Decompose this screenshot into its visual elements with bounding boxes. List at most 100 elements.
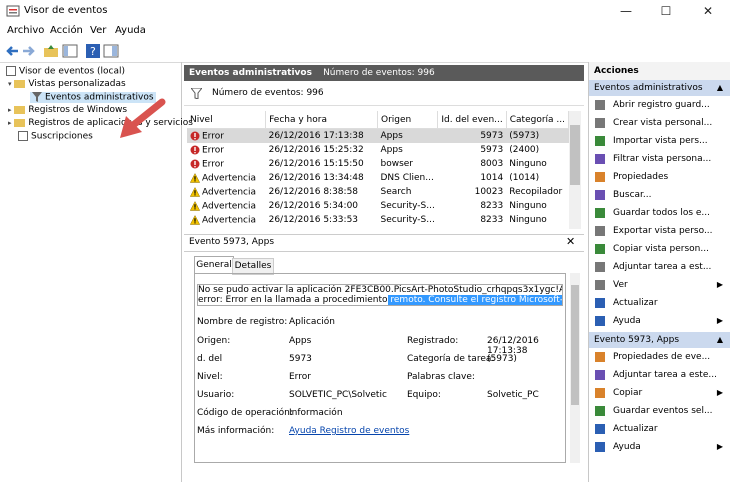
- level-text: Advertencia: [202, 215, 257, 226]
- event-action-item[interactable]: Copiar ▶: [589, 384, 730, 402]
- menu-bar: Archivo Acción Ver Ayuda: [0, 22, 730, 40]
- admin-action-item[interactable]: Adjuntar tarea a est...: [589, 258, 730, 276]
- chevron-down-icon[interactable]: ▾: [8, 80, 12, 88]
- action-icon: [595, 136, 605, 146]
- level-text: Error: [202, 159, 224, 170]
- more-info-link[interactable]: Ayuda Registro de eventos: [289, 426, 409, 436]
- action-label: Adjuntar tarea a este...: [613, 370, 717, 380]
- actions-list-admin: Abrir registro guard... Crear vista perso…: [589, 96, 730, 330]
- help-icon[interactable]: ?: [85, 43, 101, 59]
- column-header[interactable]: Categoría ...: [506, 111, 569, 129]
- action-label: Propiedades de eve...: [613, 352, 711, 362]
- admin-action-item[interactable]: Importar vista pers...: [589, 132, 730, 150]
- admin-action-item[interactable]: Guardar todos los e...: [589, 204, 730, 222]
- error-icon: [190, 131, 200, 141]
- menu-archivo[interactable]: Archivo: [7, 25, 44, 36]
- level-text: Error: [202, 145, 224, 156]
- tree-node-custom-views[interactable]: ▾ Vistas personalizadas: [8, 79, 126, 89]
- menu-ver[interactable]: Ver: [90, 25, 106, 36]
- up-folder-icon[interactable]: [43, 43, 59, 59]
- event-action-item[interactable]: Ayuda ▶: [589, 438, 730, 456]
- menu-ayuda[interactable]: Ayuda: [115, 25, 146, 36]
- column-header[interactable]: Id. del even...: [437, 111, 507, 129]
- admin-action-item[interactable]: Exportar vista perso...: [589, 222, 730, 240]
- events-scrollbar[interactable]: [569, 111, 581, 229]
- menu-accion[interactable]: Acción: [50, 25, 83, 36]
- detail-scrollbar[interactable]: [570, 273, 580, 463]
- admin-action-item[interactable]: Copiar vista person...: [589, 240, 730, 258]
- category-cell: Recopilador: [509, 187, 563, 197]
- action-icon: [595, 352, 605, 362]
- admin-action-item[interactable]: Filtrar vista persona...: [589, 150, 730, 168]
- maximize-button[interactable]: ☐: [646, 0, 686, 22]
- table-row[interactable]: Advertencia 26/12/2016 5:34:00 Security-S.…: [187, 199, 569, 213]
- admin-action-item[interactable]: Abrir registro guard...: [589, 96, 730, 114]
- action-label: Filtrar vista persona...: [613, 154, 712, 164]
- admin-action-item[interactable]: Buscar...: [589, 186, 730, 204]
- admin-action-item[interactable]: Propiedades: [589, 168, 730, 186]
- folder-icon: [14, 105, 26, 114]
- column-header[interactable]: Fecha y hora: [265, 111, 378, 129]
- collapse-icon[interactable]: ▲: [717, 80, 723, 96]
- back-arrow-icon[interactable]: [4, 43, 20, 59]
- level-cell: Advertencia: [187, 171, 266, 185]
- table-row[interactable]: Error 26/12/2016 17:13:38 Apps 5973 (5973): [187, 128, 569, 143]
- column-header[interactable]: Nivel: [187, 111, 267, 129]
- source-cell: Security-S...: [380, 201, 435, 211]
- more-info-label: Más información:: [197, 426, 275, 436]
- admin-action-item[interactable]: Ver ▶: [589, 276, 730, 294]
- level-text: Advertencia: [202, 201, 257, 212]
- tab-general[interactable]: General: [194, 256, 234, 274]
- warning-icon: [189, 214, 201, 225]
- source-label: Origen:: [197, 336, 231, 346]
- scrollbar-thumb[interactable]: [570, 125, 580, 185]
- event-action-item[interactable]: Adjuntar tarea a este...: [589, 366, 730, 384]
- table-row[interactable]: Error 26/12/2016 15:25:32 Apps 5973 (2400): [187, 143, 569, 157]
- actions-section-admin[interactable]: Eventos administrativos ▲: [589, 80, 730, 96]
- scrollbar-thumb[interactable]: [571, 285, 579, 405]
- event-action-item[interactable]: Guardar eventos sel...: [589, 402, 730, 420]
- actions-section-admin-label: Eventos administrativos: [594, 83, 703, 93]
- minimize-button[interactable]: —: [606, 0, 646, 22]
- collapse-icon[interactable]: ▲: [717, 332, 723, 348]
- event-message-box[interactable]: No se pudo activar la aplicación 2FE3CB0…: [197, 284, 563, 306]
- event-action-item[interactable]: Propiedades de eve...: [589, 348, 730, 366]
- close-icon[interactable]: ✕: [566, 235, 575, 248]
- admin-action-item[interactable]: Crear vista personal...: [589, 114, 730, 132]
- actions-section-event-label: Evento 5973, Apps: [594, 335, 680, 345]
- table-row[interactable]: Advertencia 26/12/2016 13:34:48 DNS Clien.…: [187, 171, 569, 185]
- forward-arrow-icon[interactable]: [21, 43, 37, 59]
- admin-action-item[interactable]: Ayuda ▶: [589, 312, 730, 330]
- actions-section-event[interactable]: Evento 5973, Apps ▲: [589, 332, 730, 348]
- action-icon: [595, 424, 605, 434]
- properties-icon[interactable]: [103, 43, 119, 59]
- table-row[interactable]: Advertencia 26/12/2016 8:38:58 Search 10023…: [187, 185, 569, 199]
- level-value: Error: [289, 372, 311, 382]
- action-icon: [595, 298, 605, 308]
- tree-node-root[interactable]: Visor de eventos (local): [6, 66, 125, 77]
- table-row[interactable]: Error 26/12/2016 15:15:50 bowser 8003 Ningun…: [187, 157, 569, 171]
- tree-node-windows-logs[interactable]: ▸ Registros de Windows: [8, 105, 127, 115]
- chevron-right-icon[interactable]: ▸: [8, 119, 12, 127]
- chevron-right-icon[interactable]: ▸: [8, 106, 12, 114]
- close-button[interactable]: ✕: [688, 0, 728, 22]
- subscriptions-icon: [18, 131, 28, 141]
- admin-action-item[interactable]: Actualizar: [589, 294, 730, 312]
- error-icon: [190, 159, 200, 169]
- actions-list-event: Propiedades de eve... Adjuntar tarea a es…: [589, 348, 730, 456]
- filter-count-label: Número de eventos: 996: [212, 88, 324, 98]
- table-row[interactable]: Advertencia 26/12/2016 5:33:53 Security-S.…: [187, 213, 569, 227]
- action-label: Buscar...: [613, 190, 652, 200]
- error-icon: [190, 145, 200, 155]
- action-label: Importar vista pers...: [613, 136, 708, 146]
- tree-node-subscriptions[interactable]: Suscripciones: [18, 131, 93, 142]
- event-id-cell: 5973: [480, 145, 504, 155]
- column-header[interactable]: Origen: [377, 111, 439, 129]
- event-action-item[interactable]: Actualizar: [589, 420, 730, 438]
- tree-root-label: Visor de eventos (local): [19, 66, 126, 77]
- submenu-chevron-icon: ▶: [716, 388, 723, 397]
- show-tree-icon[interactable]: [62, 43, 78, 59]
- level-cell: Advertencia: [187, 185, 266, 199]
- event-viewer-icon: [6, 66, 16, 76]
- action-label: Ver: [613, 280, 628, 290]
